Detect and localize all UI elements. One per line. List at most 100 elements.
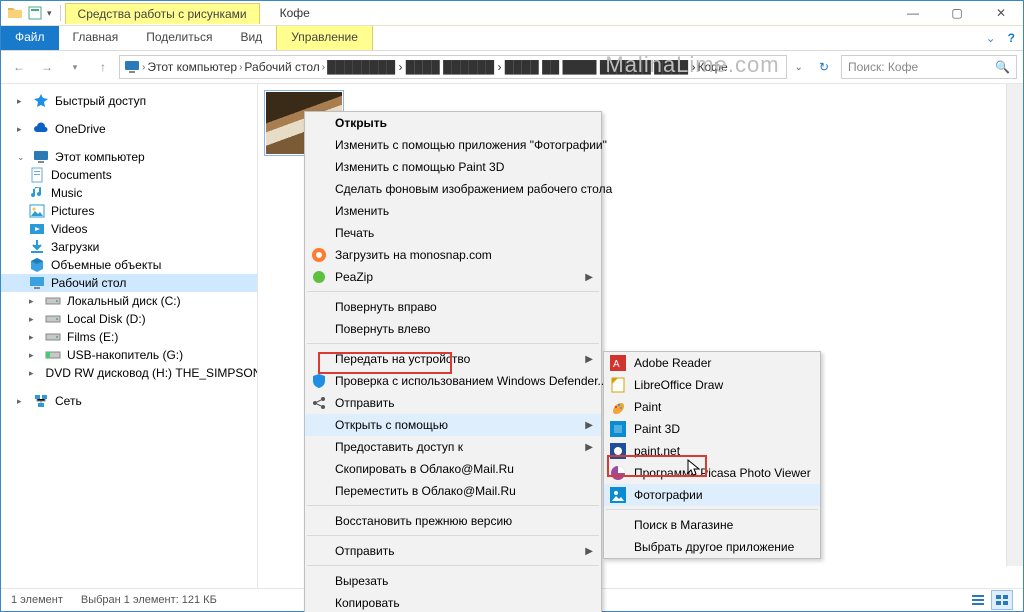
- sidebar-item-disk-c[interactable]: ▸Локальный диск (C:): [1, 292, 257, 310]
- sidebar-item-videos[interactable]: Videos: [1, 220, 257, 238]
- paint3d-icon: [610, 421, 626, 437]
- sub-store[interactable]: Поиск в Магазине: [604, 514, 820, 536]
- sidebar-onedrive[interactable]: ▸OneDrive: [1, 120, 257, 138]
- cloud-icon: [33, 121, 49, 137]
- help-icon[interactable]: ?: [1008, 31, 1015, 45]
- view-details-button[interactable]: [967, 590, 989, 610]
- ctx-open-with[interactable]: Открыть с помощью▶: [305, 414, 601, 436]
- ctx-set-wallpaper[interactable]: Сделать фоновым изображением рабочего ст…: [305, 178, 601, 200]
- sidebar-item-3dobjects[interactable]: Объемные объекты: [1, 256, 257, 274]
- view-thumbnails-button[interactable]: [991, 590, 1013, 610]
- disk-icon: [45, 293, 61, 309]
- address-dropdown-icon[interactable]: ⌄: [791, 62, 807, 73]
- ribbon-expand-icon[interactable]: ⌄: [986, 31, 996, 45]
- close-button[interactable]: ✕: [979, 1, 1023, 25]
- sidebar-this-pc[interactable]: ⌄Этот компьютер: [1, 148, 257, 166]
- refresh-button[interactable]: ↻: [811, 60, 837, 74]
- peazip-icon: [311, 269, 327, 285]
- vertical-scrollbar[interactable]: [1006, 84, 1023, 566]
- search-icon: 🔍: [995, 60, 1010, 74]
- nav-recent-dropdown[interactable]: ▾: [63, 55, 87, 79]
- ctx-rotate-left[interactable]: Повернуть влево: [305, 318, 601, 340]
- lodraw-icon: [610, 377, 626, 393]
- photos-icon: [610, 487, 626, 503]
- ctx-send-device[interactable]: Передать на устройство▶: [305, 348, 601, 370]
- cube-icon: [29, 257, 45, 273]
- paint-icon: [610, 399, 626, 415]
- tab-home[interactable]: Главная: [59, 26, 133, 50]
- ctx-send-to[interactable]: Отправить▶: [305, 540, 601, 562]
- sidebar-item-disk-d[interactable]: ▸Local Disk (D:): [1, 310, 257, 328]
- search-placeholder: Поиск: Кофе: [848, 60, 918, 74]
- tab-view[interactable]: Вид: [226, 26, 276, 50]
- monitor-icon: [33, 149, 49, 165]
- sidebar-network[interactable]: ▸Сеть: [1, 392, 257, 410]
- ctx-peazip[interactable]: PeaZip▶: [305, 266, 601, 288]
- titlebar: ▾ Средства работы с рисунками Кофе — ▢ ✕: [1, 1, 1023, 26]
- address-bar-row: ← → ▾ ↑ › Этот компьютер › Рабочий стол …: [1, 51, 1023, 84]
- doc-icon: [29, 167, 45, 183]
- shield-icon: [311, 373, 327, 389]
- tab-file[interactable]: Файл: [1, 26, 59, 50]
- ctx-restore[interactable]: Восстановить прежнюю версию: [305, 510, 601, 532]
- ctx-print[interactable]: Печать: [305, 222, 601, 244]
- ctx-cut[interactable]: Вырезать: [305, 570, 601, 592]
- ctx-edit-paint3d[interactable]: Изменить с помощью Paint 3D: [305, 156, 601, 178]
- open-with-submenu[interactable]: AAdobe Reader LibreOffice Draw Paint Pai…: [603, 351, 821, 559]
- ctx-edit[interactable]: Изменить: [305, 200, 601, 222]
- ctx-monosnap[interactable]: Загрузить на monosnap.com: [305, 244, 601, 266]
- navigation-pane[interactable]: ▸Быстрый доступ ▸OneDrive ⌄Этот компьюте…: [1, 84, 258, 588]
- disk-icon: [45, 311, 61, 327]
- crumb-pc[interactable]: Этот компьютер: [147, 60, 237, 74]
- qa-dropdown-icon[interactable]: ▾: [47, 8, 52, 19]
- picasa-icon: [610, 465, 626, 481]
- sidebar-item-documents[interactable]: Documents: [1, 166, 257, 184]
- window-title: Кофе: [260, 6, 310, 20]
- context-menu[interactable]: Открыть Изменить с помощью приложения "Ф…: [304, 111, 602, 612]
- network-icon: [33, 393, 49, 409]
- properties-icon[interactable]: [27, 5, 43, 21]
- sidebar-quick-access[interactable]: ▸Быстрый доступ: [1, 92, 257, 110]
- paintnet-icon: [610, 443, 626, 459]
- tab-share[interactable]: Поделиться: [132, 26, 226, 50]
- ctx-give-access[interactable]: Предоставить доступ к▶: [305, 436, 601, 458]
- tab-manage[interactable]: Управление: [276, 26, 373, 50]
- ctx-share[interactable]: Отправить: [305, 392, 601, 414]
- sidebar-item-downloads[interactable]: Загрузки: [1, 238, 257, 256]
- sub-paint[interactable]: Paint: [604, 396, 820, 418]
- ctx-defender[interactable]: Проверка с использованием Windows Defend…: [305, 370, 601, 392]
- crumb-desktop[interactable]: Рабочий стол: [244, 60, 319, 74]
- sub-choose[interactable]: Выбрать другое приложение: [604, 536, 820, 558]
- ctx-copy[interactable]: Копировать: [305, 592, 601, 612]
- sidebar-item-pictures[interactable]: Pictures: [1, 202, 257, 220]
- sub-adobe-reader[interactable]: AAdobe Reader: [604, 352, 820, 374]
- minimize-button[interactable]: —: [891, 1, 935, 25]
- nav-back-button[interactable]: ←: [7, 55, 31, 79]
- sub-libreoffice-draw[interactable]: LibreOffice Draw: [604, 374, 820, 396]
- search-input[interactable]: Поиск: Кофе 🔍: [841, 55, 1017, 79]
- sidebar-item-disk-e[interactable]: ▸Films (E:): [1, 328, 257, 346]
- ctx-edit-photos[interactable]: Изменить с помощью приложения "Фотографи…: [305, 134, 601, 156]
- maximize-button[interactable]: ▢: [935, 1, 979, 25]
- ctx-rotate-right[interactable]: Повернуть вправо: [305, 296, 601, 318]
- nav-forward-button[interactable]: →: [35, 55, 59, 79]
- sub-paint3d[interactable]: Paint 3D: [604, 418, 820, 440]
- sidebar-item-desktop[interactable]: Рабочий стол: [1, 274, 257, 292]
- sub-photos[interactable]: Фотографии: [604, 484, 820, 506]
- crumb-current[interactable]: Кофе: [698, 60, 728, 74]
- ctx-move-mailru[interactable]: Переместить в Облако@Mail.Ru: [305, 480, 601, 502]
- sub-picasa[interactable]: Программа Picasa Photo Viewer: [604, 462, 820, 484]
- sidebar-item-usb-g[interactable]: ▸USB-накопитель (G:): [1, 346, 257, 364]
- nav-up-button[interactable]: ↑: [91, 55, 115, 79]
- video-icon: [29, 221, 45, 237]
- share-icon: [311, 395, 327, 411]
- sidebar-item-dvd-h[interactable]: ▸DVD RW дисковод (H:) THE_SIMPSONS_MOVIE: [1, 364, 257, 382]
- ribbon-tabs: Файл Главная Поделиться Вид Управление ⌄…: [1, 26, 1023, 51]
- music-icon: [29, 185, 45, 201]
- sidebar-item-music[interactable]: Music: [1, 184, 257, 202]
- ctx-open[interactable]: Открыть: [305, 112, 601, 134]
- breadcrumb[interactable]: › Этот компьютер › Рабочий стол › ██████…: [119, 55, 787, 79]
- ctx-copy-mailru[interactable]: Скопировать в Облако@Mail.Ru: [305, 458, 601, 480]
- picture-tools-tab[interactable]: Средства работы с рисунками: [65, 3, 260, 24]
- sub-paintnet[interactable]: paint.net: [604, 440, 820, 462]
